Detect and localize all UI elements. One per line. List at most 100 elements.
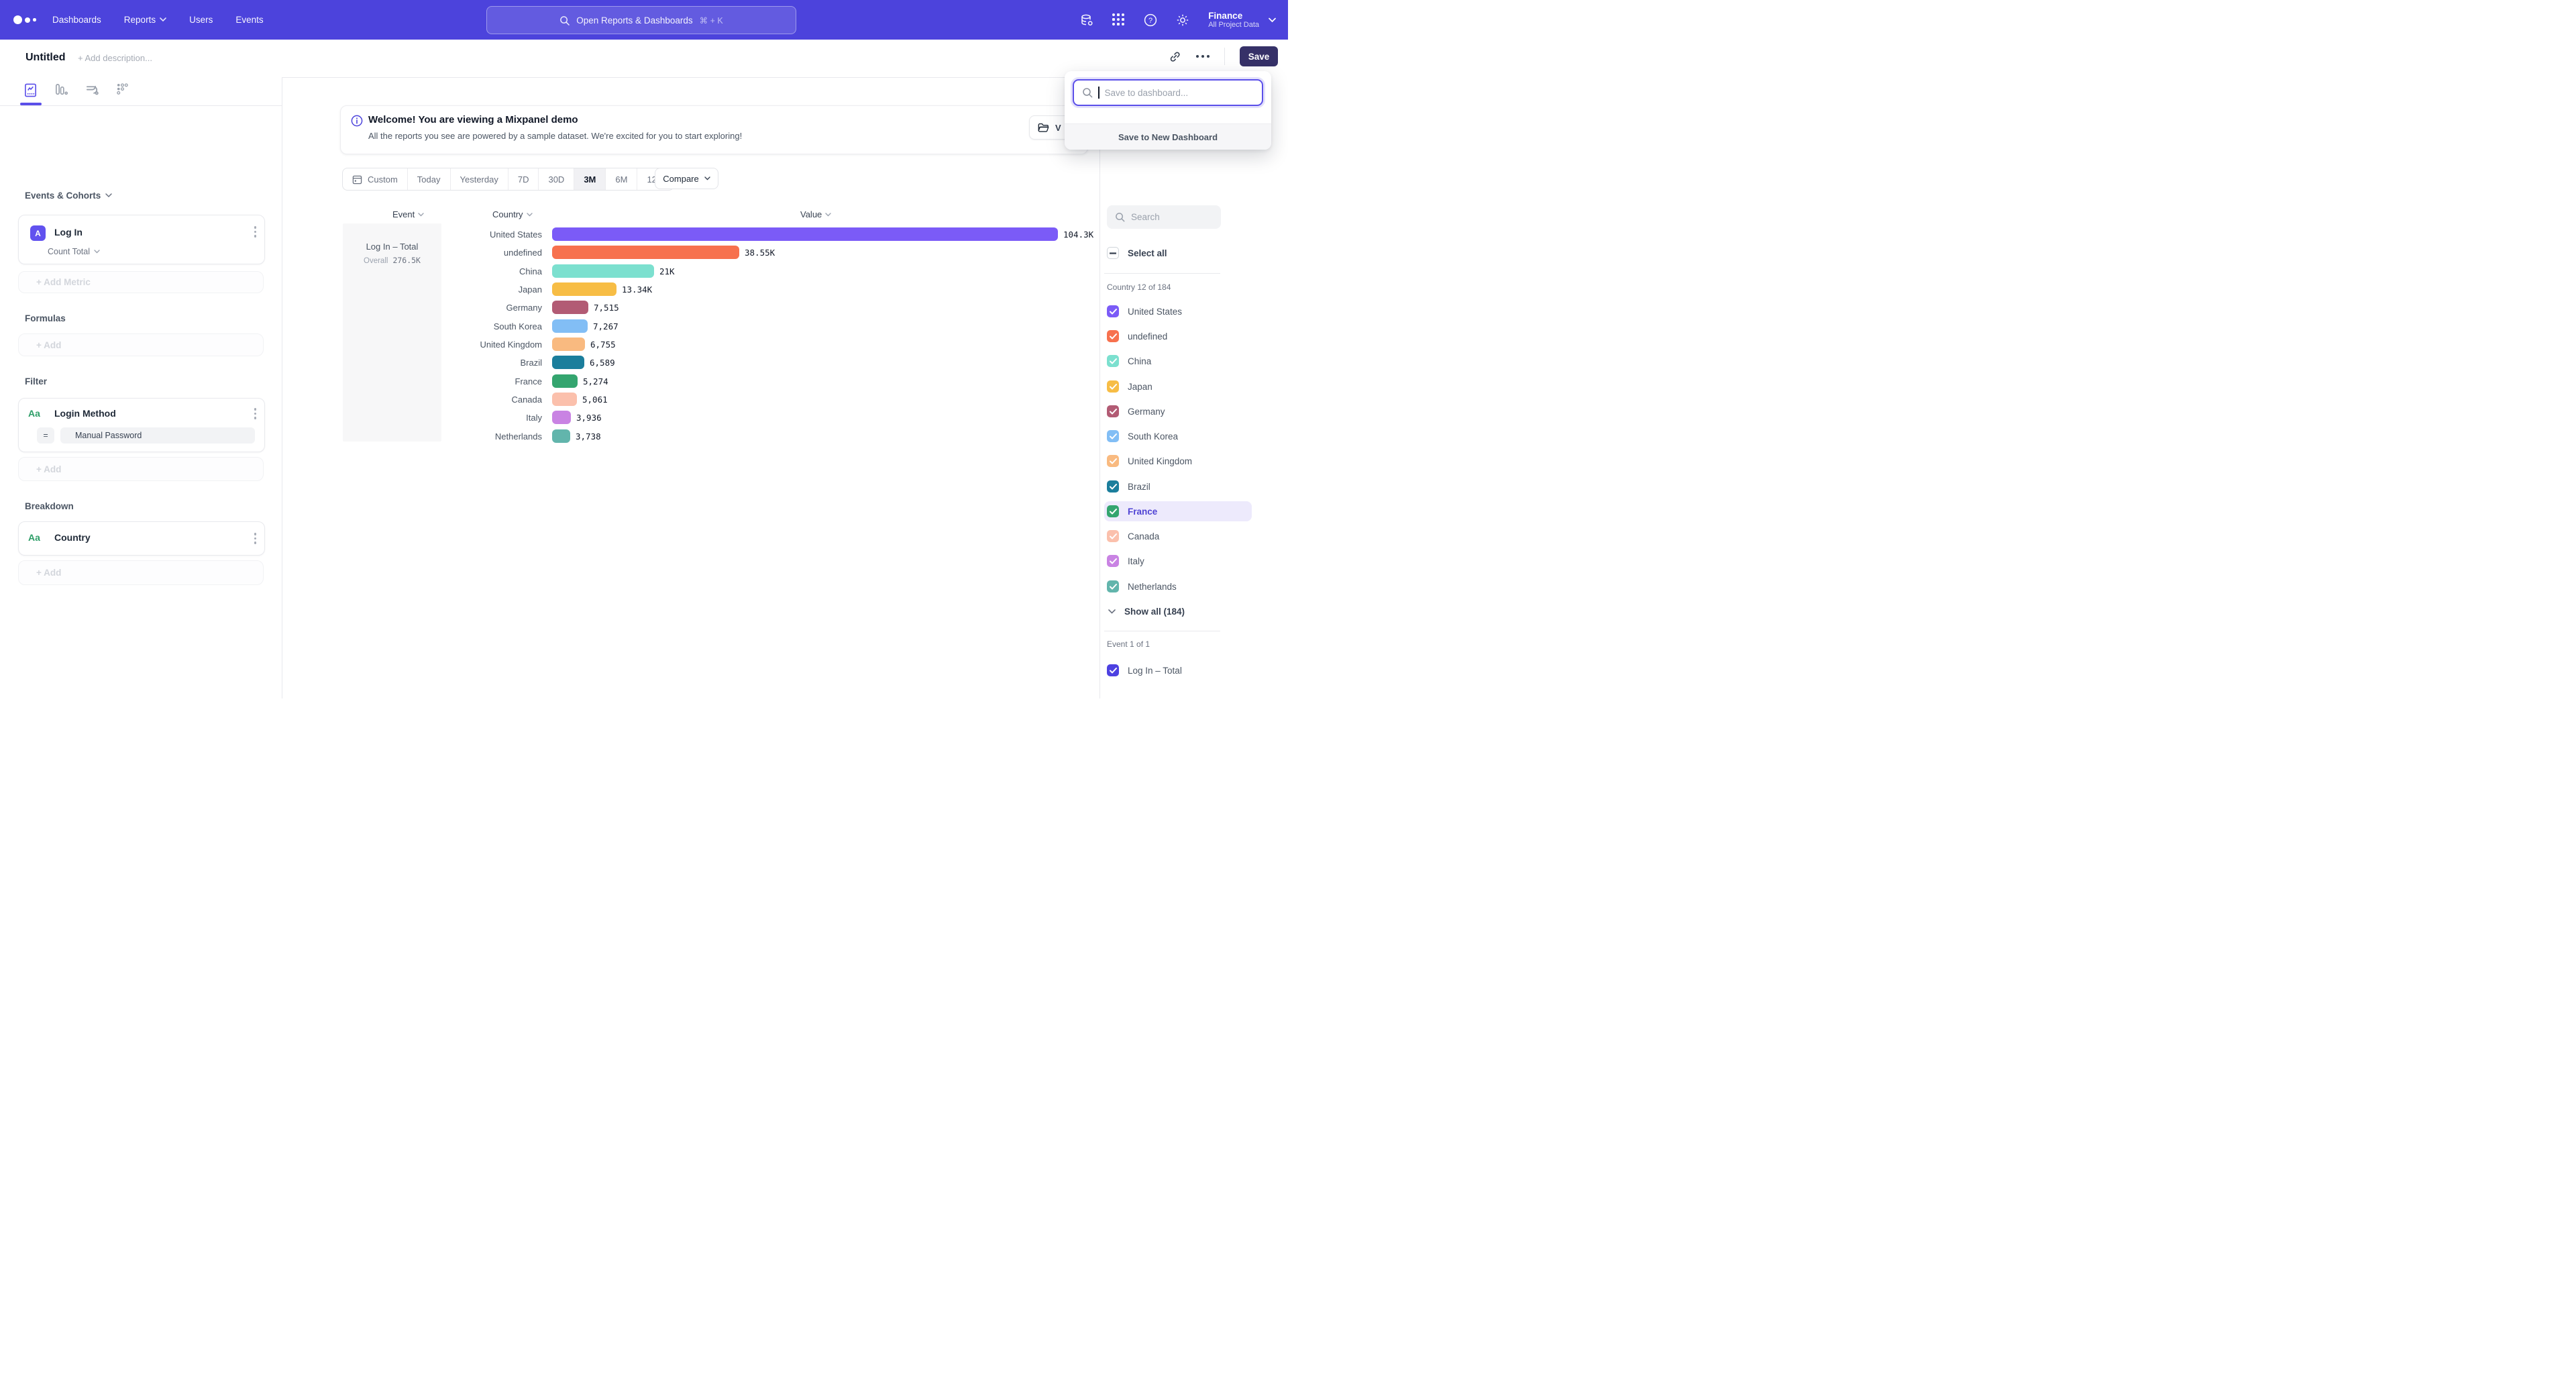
event-series-checkbox[interactable]: [1107, 664, 1119, 676]
segments-search-input[interactable]: Search: [1107, 205, 1221, 229]
bar[interactable]: [552, 338, 585, 351]
report-title[interactable]: Untitled: [25, 52, 66, 64]
save-button[interactable]: Save: [1240, 46, 1278, 66]
select-all-row[interactable]: Select all: [1104, 243, 1252, 263]
bar[interactable]: [552, 356, 584, 369]
bar[interactable]: [552, 429, 570, 443]
bar[interactable]: [552, 264, 654, 278]
series-name: Log In – Total: [343, 242, 441, 252]
bar[interactable]: [552, 374, 578, 388]
range-today[interactable]: Today: [407, 168, 450, 190]
country-checkbox[interactable]: [1107, 505, 1119, 517]
filter-property-name[interactable]: Login Method: [54, 408, 116, 419]
tab-funnels[interactable]: [54, 83, 69, 98]
add-formula-button[interactable]: + Add: [18, 333, 264, 356]
country-section-label: Country 12 of 184: [1107, 282, 1171, 292]
country-checkbox-row[interactable]: Germany: [1104, 401, 1252, 421]
metric-more-icon[interactable]: [254, 226, 257, 238]
country-checkbox-row[interactable]: United States: [1104, 301, 1252, 321]
range-yesterday[interactable]: Yesterday: [450, 168, 508, 190]
bar-country-label: France: [441, 376, 552, 386]
save-dashboard-search-input[interactable]: Save to dashboard...: [1073, 79, 1263, 106]
country-checkbox[interactable]: [1107, 405, 1119, 417]
metric-card-log-in[interactable]: A Log In Count Total: [18, 215, 265, 264]
country-checkbox-row[interactable]: undefined: [1104, 326, 1252, 346]
breakdown-card-country[interactable]: Aa Country: [18, 521, 265, 556]
bar[interactable]: [552, 246, 739, 259]
event-series-row[interactable]: Log In – Total: [1104, 660, 1252, 680]
country-checkbox-row[interactable]: Brazil: [1104, 476, 1252, 497]
bar[interactable]: [552, 393, 577, 406]
country-checkbox[interactable]: [1107, 355, 1119, 367]
add-metric-button[interactable]: + Add Metric: [18, 271, 264, 293]
country-checkbox-row[interactable]: China: [1104, 351, 1252, 371]
country-checkbox-row[interactable]: United Kingdom: [1104, 451, 1252, 471]
mixpanel-logo-icon[interactable]: [13, 15, 44, 24]
save-to-new-dashboard-button[interactable]: Save to New Dashboard: [1065, 123, 1271, 150]
range-custom[interactable]: Custom: [343, 168, 407, 190]
country-checkbox-row[interactable]: Italy: [1104, 551, 1252, 571]
help-icon[interactable]: ?: [1144, 13, 1157, 27]
tab-insights[interactable]: [23, 83, 38, 98]
event-series-cell[interactable]: Log In – Total Overall276.5K: [343, 223, 441, 442]
more-actions-icon[interactable]: [1196, 55, 1210, 58]
chevron-down-icon: [160, 17, 166, 22]
bar[interactable]: [552, 301, 588, 314]
country-checkbox-row[interactable]: Japan: [1104, 376, 1252, 397]
country-checkbox-row[interactable]: France: [1104, 501, 1252, 521]
add-filter-button[interactable]: + Add: [18, 457, 264, 481]
range-30d[interactable]: 30D: [538, 168, 574, 190]
tab-flows[interactable]: [85, 83, 100, 98]
nav-item-reports[interactable]: Reports: [124, 15, 166, 25]
nav-item-events[interactable]: Events: [235, 15, 263, 25]
country-checkbox[interactable]: [1107, 305, 1119, 317]
range-6m[interactable]: 6M: [605, 168, 637, 190]
country-checkbox-row[interactable]: South Korea: [1104, 426, 1252, 446]
select-all-checkbox-indeterminate[interactable]: [1107, 247, 1119, 259]
metric-name[interactable]: Log In: [54, 227, 83, 238]
project-switcher[interactable]: Finance All Project Data: [1208, 11, 1276, 30]
settings-gear-icon[interactable]: [1176, 13, 1189, 27]
bar[interactable]: [552, 227, 1058, 241]
filter-value-selector[interactable]: Manual Password: [60, 427, 255, 444]
compare-button[interactable]: Compare: [655, 168, 718, 189]
column-header-event[interactable]: Event: [392, 209, 424, 219]
breakdown-property-name[interactable]: Country: [54, 532, 91, 543]
bar[interactable]: [552, 411, 571, 424]
range-3m-selected[interactable]: 3M: [574, 168, 605, 190]
filter-card-login-method[interactable]: Aa Login Method = Manual Password: [18, 398, 265, 452]
filter-operator-selector[interactable]: =: [37, 427, 54, 444]
show-all-toggle[interactable]: Show all (184): [1104, 601, 1185, 621]
add-description-button[interactable]: + Add description...: [78, 53, 152, 63]
events-cohorts-header[interactable]: Events & Cohorts: [25, 191, 112, 201]
country-checkbox[interactable]: [1107, 480, 1119, 493]
country-checkbox[interactable]: [1107, 555, 1119, 567]
bar[interactable]: [552, 282, 616, 296]
bar-country-label: Netherlands: [441, 431, 552, 442]
filter-more-icon[interactable]: [254, 408, 257, 419]
country-checkbox[interactable]: [1107, 430, 1119, 442]
copy-link-icon[interactable]: [1169, 50, 1181, 63]
breakdown-more-icon[interactable]: [254, 533, 257, 544]
nav-item-users[interactable]: Users: [189, 15, 213, 25]
bar[interactable]: [552, 319, 588, 333]
country-checkbox-row[interactable]: Netherlands: [1104, 576, 1252, 597]
country-checkbox[interactable]: [1107, 580, 1119, 592]
nav-item-dashboards[interactable]: Dashboards: [52, 15, 101, 25]
global-search-input[interactable]: Open Reports & Dashboards ⌘ + K: [486, 6, 796, 34]
country-checkbox-label: Canada: [1128, 531, 1159, 541]
country-checkbox[interactable]: [1107, 330, 1119, 342]
country-checkbox[interactable]: [1107, 380, 1119, 393]
country-checkbox[interactable]: [1107, 530, 1119, 542]
range-7d[interactable]: 7D: [508, 168, 539, 190]
country-checkbox[interactable]: [1107, 455, 1119, 467]
tab-retention[interactable]: [115, 83, 130, 98]
add-breakdown-button[interactable]: + Add: [18, 560, 264, 585]
column-header-value[interactable]: Value: [800, 209, 831, 219]
apps-grid-icon[interactable]: [1112, 13, 1125, 26]
divider: [1104, 273, 1220, 274]
column-header-country[interactable]: Country: [492, 209, 533, 219]
country-checkbox-row[interactable]: Canada: [1104, 526, 1252, 546]
metric-aggregation-selector[interactable]: Count Total: [48, 247, 100, 256]
data-management-icon[interactable]: [1080, 13, 1093, 27]
